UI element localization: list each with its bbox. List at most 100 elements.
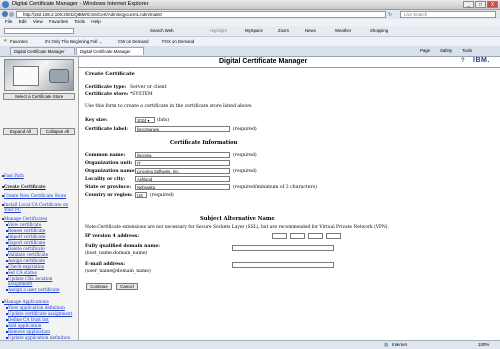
cert-label-label: Certificate label: <box>85 127 128 132</box>
help-icon[interactable]: ? <box>461 58 465 64</box>
cert-type-value: Server or client <box>130 85 167 90</box>
ipv4-octet-2[interactable] <box>290 233 305 239</box>
key-size-unit: (bits) <box>157 118 170 123</box>
cancel-button[interactable]: Cancel <box>116 283 138 290</box>
key-size-select[interactable]: 1024 ▾ <box>135 117 155 123</box>
org-name-input[interactable]: Lincoma Software, Inc. <box>135 168 230 174</box>
back-icon[interactable] <box>2 11 8 17</box>
sidebar-item[interactable]: Assign a user certificate <box>8 287 60 292</box>
sidebar-item[interactable]: Set CA status <box>8 270 37 275</box>
ipv4-label: IP version 4 address: <box>85 234 139 239</box>
email-input[interactable] <box>232 262 334 268</box>
state-label: State or province: <box>85 185 132 190</box>
sidebar-item[interactable]: Fast Path <box>4 173 24 178</box>
sidebar-item[interactable]: Export certificate <box>8 240 45 245</box>
sidebar-item[interactable]: Update certificate assignment <box>8 311 72 316</box>
highlight-button[interactable]: Highlight <box>210 28 227 33</box>
menu-bar: File Edit View Favorites Tools Help <box>0 19 500 26</box>
globe-icon: ◍ <box>384 342 389 348</box>
sidebar-item[interactable]: Manage Certificates <box>4 216 47 221</box>
menu-help[interactable]: Help <box>91 19 100 24</box>
locality-input[interactable]: Ashland <box>135 176 230 182</box>
sidebar-item[interactable]: Remove application <box>8 329 50 334</box>
select-store-button[interactable]: Select a Certificate Store <box>3 93 75 100</box>
search-input[interactable]: Live Search <box>400 11 496 18</box>
address-input[interactable]: http://192.168.2.100:2001/QIBM/ICSS/Cert… <box>16 11 386 18</box>
close-button[interactable]: X <box>487 1 498 8</box>
page-menu[interactable]: Page <box>420 48 430 53</box>
favorites-button[interactable]: Favorites <box>10 39 28 44</box>
cert-info-heading: Certificate Information <box>170 140 238 146</box>
sidebar-item[interactable]: Your PC <box>4 207 21 212</box>
window-title: Digital Certificate Manager - Windows In… <box>12 1 149 7</box>
expand-all-button[interactable]: Expand All <box>3 128 38 135</box>
weather-button[interactable]: Weather <box>335 28 351 33</box>
refresh-icon[interactable]: ↻ <box>388 12 392 18</box>
tab-bar: Digital Certificate Manager Digital Cert… <box>0 46 500 57</box>
zoom-button[interactable]: Zoom <box>278 28 289 33</box>
sidebar-item[interactable]: Delete certificate <box>8 246 45 251</box>
forward-icon[interactable] <box>9 12 14 17</box>
star-icon: ★ <box>3 38 8 44</box>
sidebar-item[interactable]: Add application <box>8 323 41 328</box>
state-input[interactable]: Nebraska <box>135 184 230 190</box>
favorite-link-3[interactable]: FOX on Demand <box>162 39 194 44</box>
minimize-button[interactable]: _ <box>463 1 474 8</box>
common-name-required: (required) <box>233 153 257 158</box>
menu-tools[interactable]: Tools <box>74 19 85 24</box>
country-label: Country or region: <box>85 193 133 198</box>
search-web-button[interactable]: Search Web <box>150 28 174 33</box>
collapse-all-button[interactable]: Collapse All <box>40 128 75 135</box>
key-icon <box>49 69 69 83</box>
safety-menu[interactable]: Safety <box>440 48 452 53</box>
menu-edit[interactable]: Edit <box>19 19 27 24</box>
org-unit-label: Organization unit: <box>85 161 133 166</box>
ipv4-octet-3[interactable] <box>308 233 323 239</box>
sidebar-item[interactable]: Create New Certificate Store <box>4 193 66 198</box>
fqdn-label: Fully qualified domain name: <box>85 244 160 249</box>
sidebar-item[interactable]: View certificate <box>8 222 41 227</box>
org-unit-input[interactable]: IT <box>135 160 230 166</box>
menu-view[interactable]: View <box>33 19 43 24</box>
maximize-button[interactable]: □ <box>475 1 486 8</box>
fqdn-input[interactable] <box>232 245 334 251</box>
certificate-icon <box>13 66 39 86</box>
cert-store-label: Certificate store: <box>85 92 129 97</box>
favorite-link-2[interactable]: CW on Demand <box>118 39 149 44</box>
common-name-input[interactable]: lincoma <box>135 152 230 158</box>
sidebar-item[interactable]: View application definition <box>8 305 65 310</box>
ipv4-octet-1[interactable] <box>272 233 287 239</box>
ibm-logo: IBM. <box>473 57 490 64</box>
shopping-button[interactable]: Shopping <box>370 28 388 33</box>
sidebar-item[interactable]: Import certificate <box>8 234 46 239</box>
page-header: Digital Certificate Manager ? IBM. <box>79 57 500 68</box>
tools-menu[interactable]: Tools <box>462 48 472 53</box>
sidebar-item[interactable]: Assign certificate <box>8 258 45 263</box>
sidebar-item[interactable]: Create Certificate <box>4 184 46 189</box>
country-input[interactable]: US <box>135 192 147 198</box>
sidebar-item[interactable]: Validate certificate <box>8 252 48 257</box>
instructions: Use this form to create a certificate in… <box>85 104 253 109</box>
myspace-button[interactable]: MySpace <box>245 28 263 33</box>
tab-dcm-2[interactable]: Digital Certificate Manager <box>76 47 144 55</box>
sidebar-item[interactable]: Renew certificate <box>8 228 45 233</box>
menu-file[interactable]: File <box>5 19 12 24</box>
cert-label-input[interactable]: lincomanew <box>135 126 230 132</box>
zoom-level[interactable]: 100% <box>478 342 489 347</box>
news-button[interactable]: News <box>305 28 316 33</box>
favorite-link-1[interactable]: It's Only The Beginning Full ... <box>45 39 102 44</box>
country-required: (required) <box>150 193 174 198</box>
zone-label: Internet <box>392 342 407 347</box>
sidebar-item[interactable]: Define CA trust list <box>8 317 49 322</box>
san-heading: Subject Alternative Name <box>200 216 275 222</box>
continue-button[interactable]: Continue <box>86 283 112 290</box>
sidebar-item[interactable]: Manage Applications <box>4 299 49 304</box>
sidebar-item[interactable]: Check expiration <box>8 264 44 269</box>
org-name-label: Organization name: <box>85 169 136 174</box>
ipv4-octet-4[interactable] <box>326 233 341 239</box>
toolbar-search-box[interactable] <box>4 28 74 34</box>
tab-dcm-1[interactable]: Digital Certificate Manager <box>10 47 75 55</box>
sidebar-item[interactable]: assignment <box>8 281 32 286</box>
menu-favorites[interactable]: Favorites <box>49 19 68 24</box>
email-label: E-mail address: <box>85 262 126 267</box>
